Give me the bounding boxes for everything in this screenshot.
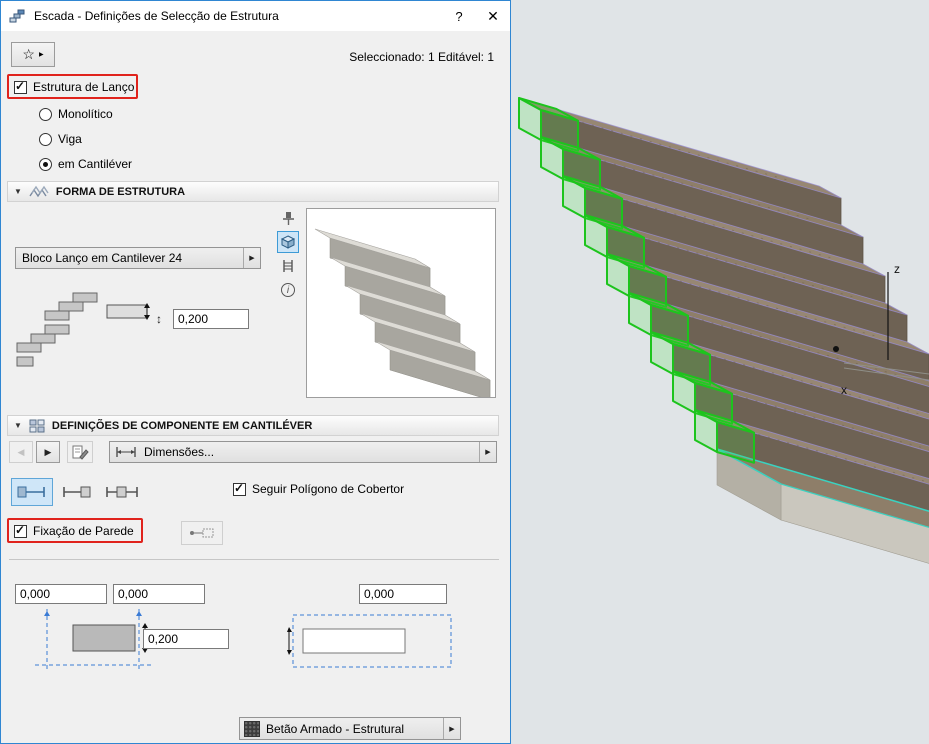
chevron-right-icon: ▶ xyxy=(243,248,260,268)
thickness-input[interactable] xyxy=(173,309,249,329)
favorites-button[interactable]: ☆ ▶ xyxy=(11,42,55,67)
stair-app-icon xyxy=(9,9,25,23)
edit-form-icon xyxy=(72,445,89,460)
window-title: Escada - Definições de Selecção de Estru… xyxy=(34,9,279,23)
component-grid-icon xyxy=(29,419,45,432)
profile-1-icon xyxy=(17,486,45,498)
info-button[interactable]: i xyxy=(277,279,299,301)
section-header-cantilever-component[interactable]: ▼ DEFINIÇÕES DE COMPONENTE EM CANTILÉVER xyxy=(7,415,499,436)
dimensions-icon xyxy=(116,447,136,457)
material-thumbnail xyxy=(244,720,260,737)
checkbox-box: ✓ xyxy=(14,522,27,538)
follow-polygon-label: Seguir Polígono de Cobertor xyxy=(252,482,405,496)
next-component-button[interactable]: ▶ xyxy=(36,441,60,463)
chevron-right-icon: ▶ xyxy=(443,718,460,739)
dimensions-value: Dimensões... xyxy=(144,445,215,459)
axis-z-label: z xyxy=(894,262,900,276)
chevron-right-icon: ▶ xyxy=(38,52,44,58)
section-view-icon xyxy=(283,260,293,272)
material-value: Betão Armado - Estrutural xyxy=(266,721,405,736)
offset-c-input[interactable] xyxy=(359,584,447,604)
section-header-structure-form[interactable]: ▼ FORMA DE ESTRUTURA xyxy=(7,181,499,202)
flight-structure-checkbox[interactable]: ✓ Estrutura de Lanço xyxy=(14,78,135,94)
help-button[interactable]: ? xyxy=(442,2,476,30)
offset-a-input[interactable] xyxy=(15,584,107,604)
checkbox-box: ✓ xyxy=(233,480,246,496)
updown-arrow-icon: ↕ xyxy=(156,312,162,326)
hatch-icon xyxy=(29,185,49,197)
radio-cantilever[interactable]: em Cantiléver xyxy=(39,157,132,171)
edit-component-button[interactable] xyxy=(67,441,93,463)
structure-type-value: Bloco Lanço em Cantilever 24 xyxy=(22,251,183,265)
radio-cantilever-label: em Cantiléver xyxy=(58,157,133,171)
profile-option-2-button[interactable] xyxy=(58,478,96,506)
collapse-triangle-icon: ▼ xyxy=(14,187,22,196)
height-input[interactable] xyxy=(143,629,229,649)
radio-beam[interactable]: Viga xyxy=(39,132,82,146)
profile-option-1-button[interactable] xyxy=(11,478,53,506)
thickness-diagram xyxy=(16,292,150,367)
section-view-button[interactable] xyxy=(277,255,299,277)
flight-structure-label: Estrutura de Lanço xyxy=(33,80,135,94)
radio-circle xyxy=(39,107,52,121)
follow-polygon-checkbox[interactable]: ✓ Seguir Polígono de Cobertor xyxy=(233,480,405,496)
chevron-right-icon: ▶ xyxy=(479,442,496,462)
radio-monolithic-label: Monolítico xyxy=(58,107,113,121)
preview-3d-button[interactable] xyxy=(277,231,299,253)
radio-beam-label: Viga xyxy=(58,132,82,146)
stair-settings-dialog: Escada - Definições de Selecção de Estru… xyxy=(0,0,511,744)
structure-preview[interactable] xyxy=(306,208,496,401)
divider xyxy=(9,559,499,560)
pin-button[interactable] xyxy=(277,207,299,229)
profile-2-icon xyxy=(63,486,91,498)
material-button[interactable]: Betão Armado - Estrutural ▶ xyxy=(239,717,461,740)
wall-fixing-label: Fixação de Parede xyxy=(33,524,134,538)
viewport-3d[interactable]: z x xyxy=(511,0,929,744)
wall-fixing-options-button[interactable] xyxy=(181,521,223,545)
dimensions-dropdown[interactable]: Dimensões... ▶ xyxy=(109,441,497,463)
check-icon: ✓ xyxy=(234,480,245,495)
collapse-triangle-icon: ▼ xyxy=(14,421,22,430)
checkbox-box: ✓ xyxy=(14,78,27,94)
star-icon: ☆ xyxy=(22,46,35,62)
check-icon: ✓ xyxy=(15,522,26,537)
structure-type-dropdown[interactable]: Bloco Lanço em Cantilever 24 ▶ xyxy=(15,247,261,269)
radio-monolithic[interactable]: Monolítico xyxy=(39,107,113,121)
radio-circle xyxy=(39,132,52,146)
stairs-3d-render xyxy=(518,97,929,564)
offset-b-input[interactable] xyxy=(113,584,205,604)
prev-component-button[interactable]: ◀ xyxy=(9,441,33,463)
section-title: FORMA DE ESTRUTURA xyxy=(55,185,186,198)
preview-stairs-render xyxy=(314,228,491,401)
close-button[interactable]: ✕ xyxy=(476,2,510,30)
check-icon: ✓ xyxy=(15,78,26,93)
pin-icon xyxy=(283,212,294,225)
axis-x-label: x xyxy=(841,383,847,397)
extent-diagram xyxy=(287,614,452,668)
section-title: DEFINIÇÕES DE COMPONENTE EM CANTILÉVER xyxy=(51,419,313,432)
selection-status: Seleccionado: 1 Editável: 1 xyxy=(349,50,494,64)
radio-circle-selected xyxy=(39,157,52,171)
app-screen: Escada - Definições de Selecção de Estru… xyxy=(0,0,929,744)
title-bar[interactable]: Escada - Definições de Selecção de Estru… xyxy=(1,1,510,31)
profile-option-3-button[interactable] xyxy=(100,478,144,506)
profile-3-icon xyxy=(106,486,138,498)
wall-fixing-checkbox[interactable]: ✓ Fixação de Parede xyxy=(14,522,134,538)
info-icon: i xyxy=(281,283,295,297)
anchor-point-icon xyxy=(190,528,214,538)
cube-icon xyxy=(280,235,296,249)
